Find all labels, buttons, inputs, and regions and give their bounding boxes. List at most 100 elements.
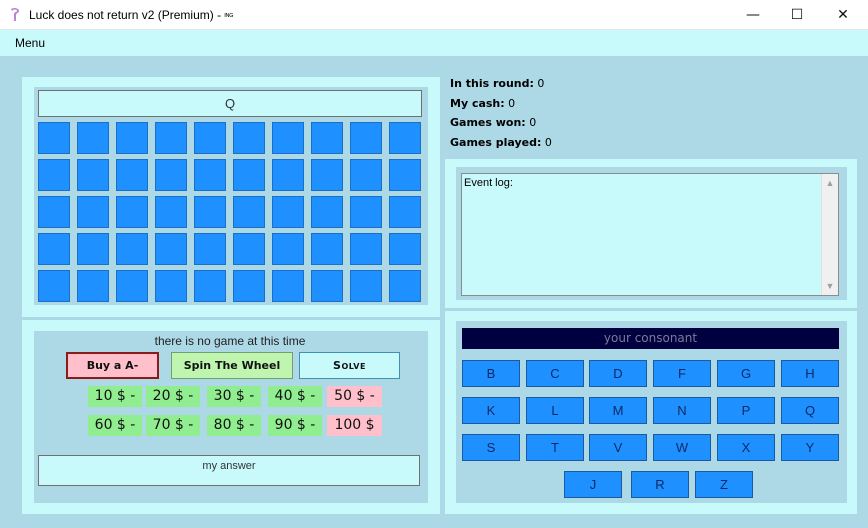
solve-button[interactable]: Solve xyxy=(299,352,400,379)
letter-tile xyxy=(77,159,109,191)
price-button[interactable]: 80 $ - xyxy=(207,415,261,436)
letter-tile xyxy=(272,196,304,228)
letter-tile xyxy=(77,122,109,154)
letter-tile xyxy=(389,122,421,154)
letter-tile xyxy=(389,196,421,228)
price-button[interactable]: 20 $ - xyxy=(146,386,200,407)
consonant-key[interactable]: K xyxy=(462,397,520,424)
consonant-key[interactable]: L xyxy=(526,397,584,424)
consonant-key[interactable]: H xyxy=(781,360,839,387)
price-button[interactable]: 10 $ - xyxy=(88,386,142,407)
price-button[interactable]: 90 $ - xyxy=(268,415,322,436)
letter-tile xyxy=(38,159,70,191)
letter-tile xyxy=(38,270,70,302)
stat-games-won: Games won: 0 xyxy=(450,116,537,129)
clue-display: Q xyxy=(38,90,422,117)
game-status-text: there is no game at this time xyxy=(154,334,306,348)
letter-tile xyxy=(194,122,226,154)
letter-tile xyxy=(116,196,148,228)
consonant-key[interactable]: P xyxy=(717,397,775,424)
letter-tile xyxy=(38,233,70,265)
letter-tile xyxy=(77,233,109,265)
letter-tile xyxy=(233,233,265,265)
letter-tile xyxy=(350,270,382,302)
letter-tile xyxy=(116,270,148,302)
letter-tile xyxy=(233,270,265,302)
letter-tile xyxy=(116,159,148,191)
letter-tile xyxy=(155,270,187,302)
close-button[interactable]: ✕ xyxy=(820,0,866,30)
consonant-key[interactable]: D xyxy=(589,360,647,387)
letter-tile xyxy=(272,122,304,154)
letter-tile xyxy=(350,122,382,154)
letter-tile xyxy=(311,233,343,265)
letter-tile xyxy=(311,270,343,302)
price-button[interactable]: 100 $ xyxy=(327,415,382,436)
letter-tile xyxy=(38,122,70,154)
letter-tile xyxy=(116,122,148,154)
consonant-key[interactable]: W xyxy=(653,434,711,461)
letter-tile xyxy=(350,196,382,228)
letter-tile xyxy=(311,196,343,228)
maximize-button[interactable]: ☐ xyxy=(774,0,820,30)
consonant-key[interactable]: R xyxy=(631,471,689,498)
letter-tile xyxy=(194,270,226,302)
letter-tile xyxy=(389,270,421,302)
consonant-key[interactable]: S xyxy=(462,434,520,461)
price-button[interactable]: 60 $ - xyxy=(88,415,142,436)
letter-tile xyxy=(155,196,187,228)
letter-tile xyxy=(311,159,343,191)
answer-input[interactable]: my answer xyxy=(38,455,420,486)
consonant-key[interactable]: Y xyxy=(781,434,839,461)
consonant-key[interactable]: G xyxy=(717,360,775,387)
letter-tile xyxy=(155,233,187,265)
stat-round: In this round: 0 xyxy=(450,77,545,90)
consonant-key[interactable]: Z xyxy=(695,471,753,498)
consonant-key[interactable]: J xyxy=(564,471,622,498)
consonant-key[interactable]: T xyxy=(526,434,584,461)
buy-vowel-button[interactable]: Buy a A- xyxy=(66,352,159,379)
title-bar: Luck does not return v2 (Premium) - ᴵᴺᴳ … xyxy=(0,0,868,30)
minimize-button[interactable]: — xyxy=(730,0,776,30)
letter-tile xyxy=(77,270,109,302)
spin-wheel-button[interactable]: Spin The Wheel xyxy=(171,352,293,379)
price-button[interactable]: 70 $ - xyxy=(146,415,200,436)
consonant-key[interactable]: C xyxy=(526,360,584,387)
letter-tile xyxy=(389,233,421,265)
price-button[interactable]: 40 $ - xyxy=(268,386,322,407)
event-log-label: Event log: xyxy=(464,177,513,189)
letter-tile xyxy=(77,196,109,228)
consonant-key[interactable]: F xyxy=(653,360,711,387)
letter-tile xyxy=(311,122,343,154)
consonant-key[interactable]: M xyxy=(589,397,647,424)
letter-tile xyxy=(272,233,304,265)
event-log[interactable]: Event log: ▲ ▼ xyxy=(461,173,839,296)
price-button[interactable]: 30 $ - xyxy=(207,386,261,407)
window-title: Luck does not return v2 (Premium) - ᴵᴺᴳ xyxy=(29,8,234,22)
letter-tile xyxy=(38,196,70,228)
letter-tile xyxy=(194,233,226,265)
letter-tile xyxy=(233,122,265,154)
consonant-key[interactable]: N xyxy=(653,397,711,424)
menu-item-menu[interactable]: Menu xyxy=(15,36,45,50)
scroll-down-icon[interactable]: ▼ xyxy=(822,278,838,294)
consonant-key[interactable]: X xyxy=(717,434,775,461)
stat-games-played: Games played: 0 xyxy=(450,136,552,149)
consonant-key[interactable]: Q xyxy=(781,397,839,424)
consonant-key[interactable]: V xyxy=(589,434,647,461)
price-button[interactable]: 50 $ - xyxy=(327,386,382,407)
letter-tile xyxy=(116,233,148,265)
letter-tile xyxy=(233,196,265,228)
letter-tile xyxy=(350,159,382,191)
letter-tile xyxy=(155,122,187,154)
event-log-scrollbar[interactable]: ▲ ▼ xyxy=(821,174,838,295)
letter-tile xyxy=(155,159,187,191)
letter-tile xyxy=(350,233,382,265)
letter-tile xyxy=(194,159,226,191)
consonant-header: your consonant xyxy=(462,328,839,349)
stat-cash: My cash: 0 xyxy=(450,97,516,110)
menu-bar: Menu xyxy=(0,30,868,56)
letter-tile xyxy=(272,270,304,302)
scroll-up-icon[interactable]: ▲ xyxy=(822,175,838,191)
consonant-key[interactable]: B xyxy=(462,360,520,387)
